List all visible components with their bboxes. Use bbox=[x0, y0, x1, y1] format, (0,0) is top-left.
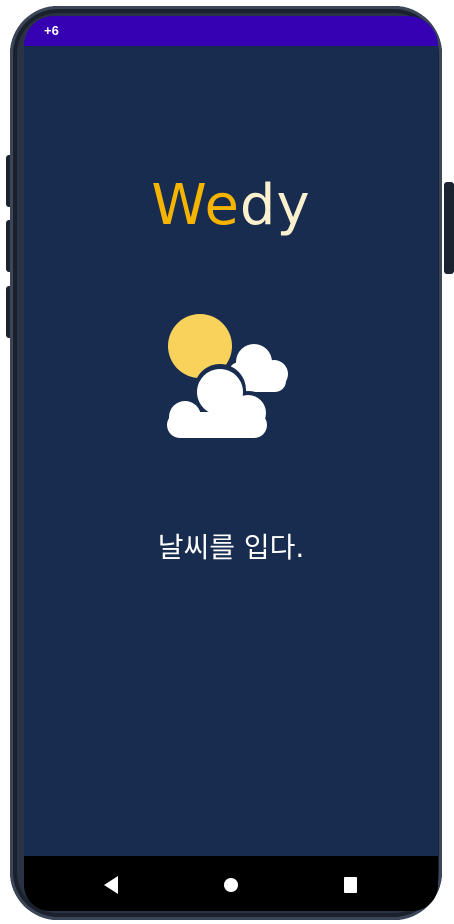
power-button[interactable] bbox=[444, 182, 454, 274]
device-stage: +6 Wedy 날씨를 입다. bbox=[0, 0, 454, 924]
logo-part-we: We bbox=[151, 173, 240, 238]
logo-part-dy: dy bbox=[239, 173, 311, 238]
splash-screen: +6 Wedy 날씨를 입다. bbox=[24, 16, 438, 911]
app-logo: Wedy bbox=[24, 174, 438, 238]
home-circle-icon[interactable] bbox=[224, 878, 238, 892]
status-text: +6 bbox=[44, 23, 59, 38]
recents-square-icon[interactable] bbox=[344, 877, 357, 893]
navigation-bar bbox=[24, 856, 438, 911]
back-triangle-icon[interactable] bbox=[104, 876, 118, 894]
status-bar: +6 bbox=[24, 16, 438, 46]
sun-behind-clouds-icon bbox=[160, 312, 292, 438]
tagline: 날씨를 입다. bbox=[157, 531, 305, 564]
